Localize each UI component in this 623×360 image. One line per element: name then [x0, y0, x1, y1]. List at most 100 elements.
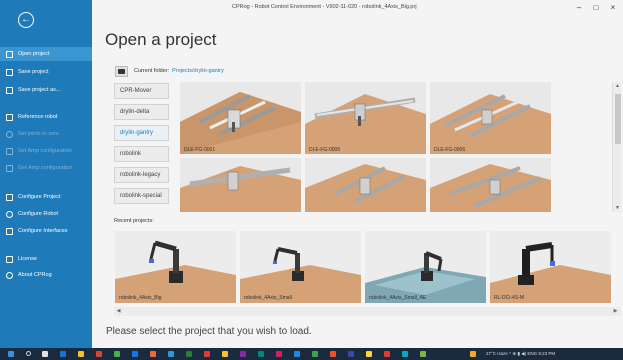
app-icon[interactable]	[168, 351, 174, 357]
recent-scrollbar[interactable]: ◀ ▶	[114, 307, 621, 316]
nav-configure-robot[interactable]: Configure Robot	[0, 207, 92, 221]
scroll-right-icon[interactable]: ▶	[612, 307, 619, 315]
folder-open-icon	[6, 50, 13, 58]
gantry-preview-image	[305, 94, 426, 154]
tile-label: robolink_4Axis_Big	[119, 295, 162, 301]
app-icon[interactable]	[294, 351, 300, 357]
app-icon[interactable]	[204, 351, 210, 357]
nav-label: Save project	[18, 69, 49, 75]
save-icon	[6, 68, 13, 76]
page-title: Open a project	[105, 30, 217, 49]
close-button[interactable]: ×	[606, 2, 620, 14]
app-icon[interactable]	[402, 351, 408, 357]
app-icon[interactable]	[312, 351, 318, 357]
weather-icon[interactable]	[470, 351, 476, 357]
recent-project-tile[interactable]: robolink_4Axis_Small	[240, 231, 361, 303]
windows-start-icon[interactable]	[8, 351, 14, 357]
robot-arm-preview-image	[365, 251, 486, 303]
app-icon[interactable]	[96, 351, 102, 357]
project-tile[interactable]	[430, 158, 551, 212]
category-drylin-gantry[interactable]: drylin-gantry	[114, 125, 169, 141]
folder-icon	[118, 68, 125, 74]
app-icon[interactable]	[330, 351, 336, 357]
category-robolink[interactable]: robolink	[114, 146, 169, 162]
nav-about[interactable]: About CPRog	[0, 268, 92, 282]
project-tile[interactable]: DLE-FG-0006	[430, 82, 551, 154]
tile-label: DLE-FG-0006	[434, 147, 466, 153]
project-tile[interactable]: DLE-FG-0005	[305, 82, 426, 154]
app-icon[interactable]	[186, 351, 192, 357]
app-icon[interactable]	[222, 351, 228, 357]
category-cpr-mover[interactable]: CPR-Mover	[114, 83, 169, 99]
minimize-button[interactable]: –	[572, 2, 586, 14]
task-view-icon[interactable]	[42, 351, 48, 357]
gear-icon	[6, 210, 13, 218]
category-robolink-special[interactable]: robolink-special	[114, 188, 169, 204]
nav-license[interactable]: License	[0, 252, 92, 266]
arrow-left-icon: ←	[21, 14, 31, 25]
tile-label: RL-DCi-4S-M	[494, 295, 524, 301]
tile-label: robolink_4Axis_Small_AE	[369, 295, 427, 301]
app-icon[interactable]	[384, 351, 390, 357]
system-tray[interactable]: 27°C Haze ^ ⊕ ▮ ◀) ENG 9:23 PM	[486, 351, 555, 357]
recent-project-tile[interactable]: robolink_4Axis_Small_AE	[365, 231, 486, 303]
nav-set-joints-zero[interactable]: Set joints to zero	[0, 127, 92, 141]
search-icon[interactable]	[26, 351, 31, 356]
maximize-button[interactable]: □	[589, 2, 603, 14]
nav-open-project[interactable]: Open project	[0, 47, 92, 61]
scroll-up-icon[interactable]: ▲	[614, 82, 621, 90]
app-icon[interactable]	[348, 351, 354, 357]
app-icon[interactable]	[150, 351, 156, 357]
category-drylin-delta[interactable]: drylin-delta	[114, 104, 169, 120]
project-gallery: DLE-FG-0001 DLE-FG-0005 DLE-FG-0006	[178, 82, 611, 212]
project-tile[interactable]: DLE-FG-0001	[180, 82, 301, 154]
nav-configure-project[interactable]: Configure Project	[0, 190, 92, 204]
nav-configure-interfaces[interactable]: Configure Interfaces	[0, 224, 92, 238]
taskbar: 27°C Haze ^ ⊕ ▮ ◀) ENG 9:23 PM	[0, 348, 623, 360]
app-icon[interactable]	[132, 351, 138, 357]
status-message: Please select the project that you wish …	[106, 326, 312, 337]
gantry-preview-image	[305, 164, 426, 212]
nav-set-amp-config[interactable]: Set Amp configuration	[0, 144, 92, 158]
app-icon[interactable]	[114, 351, 120, 357]
gallery-scrollbar[interactable]: ▲ ▼	[612, 82, 621, 212]
gantry-preview-image	[180, 166, 301, 212]
nav-save-project[interactable]: Save project	[0, 65, 92, 79]
back-button[interactable]: ←	[18, 12, 34, 28]
project-tile[interactable]	[180, 158, 301, 212]
browse-folder-button[interactable]	[115, 65, 128, 77]
app-window: ← Open project Save project Save project…	[0, 0, 623, 360]
explorer-icon[interactable]	[78, 351, 84, 357]
nav-save-project-as[interactable]: Save project as...	[0, 83, 92, 97]
project-tile[interactable]	[305, 158, 426, 212]
scroll-down-icon[interactable]: ▼	[614, 204, 621, 212]
interface-icon	[6, 227, 13, 235]
recent-project-tile[interactable]: RL-DCi-4S-M	[490, 231, 611, 303]
project-settings-icon	[6, 193, 13, 201]
robot-arm-icon	[6, 113, 13, 121]
folder-path[interactable]: Projects/drylin-gantry	[172, 68, 224, 74]
recent-project-tile[interactable]: robolink_4Axis_Big	[115, 231, 236, 303]
joint-icon	[6, 130, 13, 138]
app-icon[interactable]	[420, 351, 426, 357]
robot-arm-preview-image	[240, 247, 361, 303]
gantry-preview-image	[430, 94, 551, 154]
app-icon[interactable]	[276, 351, 282, 357]
nav-label: Save project as...	[18, 87, 61, 93]
nav-label: Open project	[18, 51, 50, 57]
nav-label: About CPRog	[18, 272, 52, 278]
edge-icon[interactable]	[60, 351, 66, 357]
app-icon[interactable]	[240, 351, 246, 357]
nav-reference-robot[interactable]: Reference robot	[0, 110, 92, 124]
scroll-thumb[interactable]	[614, 94, 621, 144]
nav-get-amp-config[interactable]: Get Amp configuration	[0, 161, 92, 175]
app-icon[interactable]	[366, 351, 372, 357]
license-icon	[6, 255, 13, 263]
folder-label: Current folder:	[134, 68, 170, 74]
nav-label: License	[18, 256, 37, 262]
scroll-left-icon[interactable]: ◀	[115, 307, 122, 315]
nav-label: Configure Project	[18, 194, 61, 200]
app-icon[interactable]	[258, 351, 264, 357]
category-robolink-legacy[interactable]: robolink-legacy	[114, 167, 169, 183]
gantry-preview-image	[430, 164, 551, 212]
